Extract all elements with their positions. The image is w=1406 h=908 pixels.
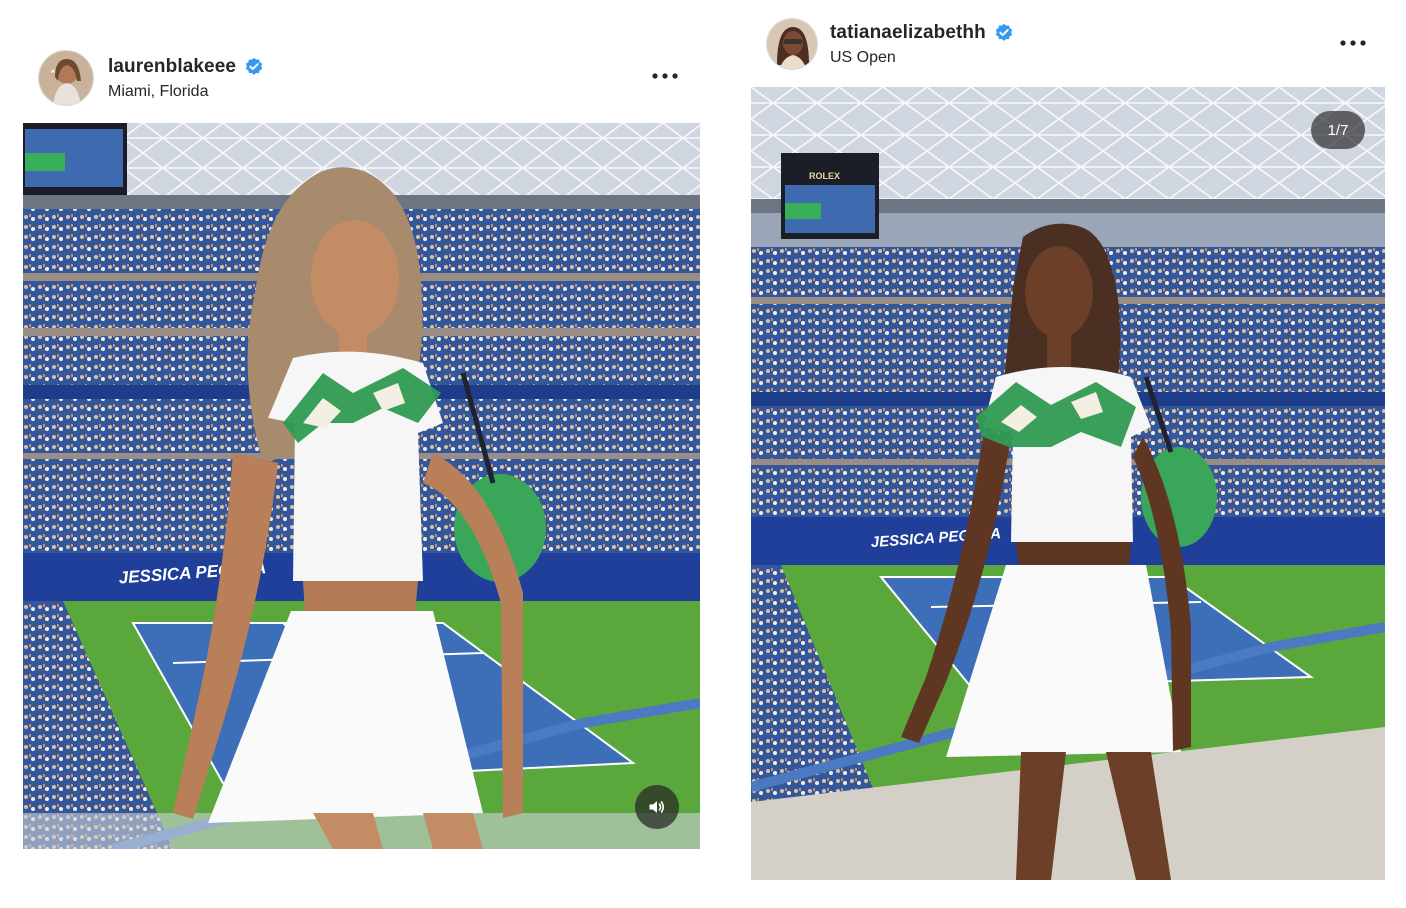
verified-badge-icon: [245, 57, 263, 75]
post-header: laurenblakeee Miami, Florida: [38, 50, 264, 106]
username[interactable]: tatianaelizabethh: [830, 22, 986, 44]
more-options-icon[interactable]: [1338, 35, 1368, 51]
stadium-scene: JESSICA PEGULA: [23, 123, 700, 849]
post-header: tatianaelizabethh US Open: [766, 18, 1014, 70]
speaker-icon: [649, 801, 665, 813]
post-card: tatianaelizabethh US Open ROLEX JESSICA …: [720, 0, 1406, 908]
post-image[interactable]: JESSICA PEGULA: [23, 123, 700, 849]
location-link[interactable]: Miami, Florida: [108, 83, 264, 101]
avatar[interactable]: [38, 50, 94, 106]
scoreboard-brand-text: ROLEX: [809, 171, 840, 181]
more-options-icon[interactable]: [650, 68, 680, 84]
carousel-counter: 1/7: [1311, 111, 1365, 149]
location-link[interactable]: US Open: [830, 49, 1014, 67]
post-meta: tatianaelizabethh US Open: [830, 22, 1014, 67]
stadium-scene: ROLEX JESSICA PEGULA: [751, 87, 1385, 880]
verified-badge-icon: [995, 23, 1013, 41]
post-image[interactable]: ROLEX JESSICA PEGULA 1/7: [751, 87, 1385, 880]
post-card: laurenblakeee Miami, Florida JESSICA PEG…: [0, 0, 720, 908]
mute-toggle-button[interactable]: [635, 785, 679, 829]
avatar[interactable]: [766, 18, 818, 70]
username[interactable]: laurenblakeee: [108, 56, 236, 78]
post-meta: laurenblakeee Miami, Florida: [108, 56, 264, 101]
